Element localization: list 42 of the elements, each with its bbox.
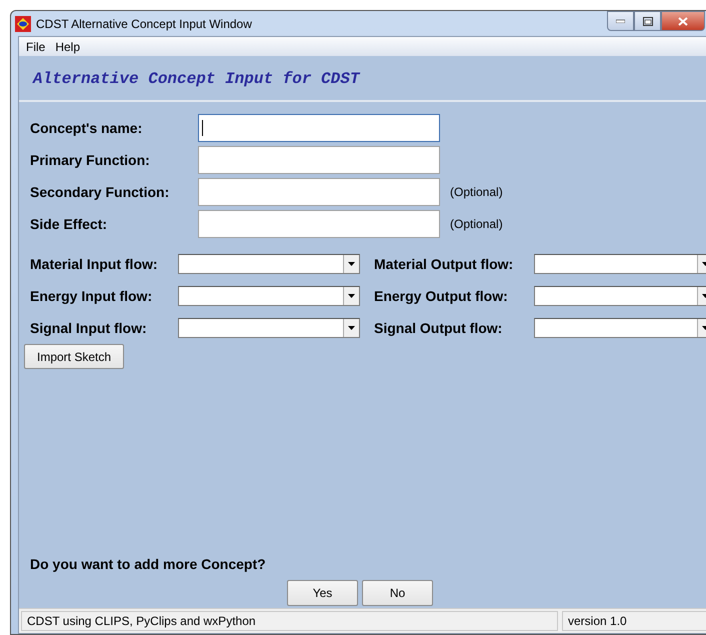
caret-icon	[348, 294, 355, 298]
answer-button[interactable]: Yes	[287, 580, 358, 606]
flow-label: Signal Input flow:	[30, 320, 148, 336]
dropdown[interactable]	[178, 318, 360, 338]
field-label: Side Effect:	[30, 216, 108, 232]
page-heading: Alternative Concept Input for CDST	[33, 70, 360, 88]
flow-label: Material Input flow:	[30, 256, 159, 272]
field-label: Primary Function:	[30, 152, 151, 168]
flow-label: Material Output flow:	[374, 256, 514, 272]
menu-item[interactable]: Help	[55, 40, 80, 54]
import-sketch-button[interactable]: Import Sketch	[24, 344, 124, 369]
dropdown[interactable]	[534, 318, 706, 338]
menu-item[interactable]: File	[26, 40, 46, 54]
window-title: CDST Alternative Concept Input Window	[36, 16, 252, 30]
field-label: Concept's name:	[30, 120, 144, 136]
flow-label: Energy Output flow:	[374, 288, 509, 304]
input-field[interactable]	[198, 210, 440, 238]
caret-icon	[348, 262, 355, 266]
input-field[interactable]	[198, 114, 440, 142]
optional-note: (Optional)	[450, 217, 503, 231]
minimize-icon	[616, 19, 625, 23]
maximize-button[interactable]	[634, 11, 661, 31]
flow-label: Energy Input flow:	[30, 288, 154, 304]
status-text: CDST using CLIPS, PyClips and wxPython	[21, 611, 558, 631]
answer-button[interactable]: No	[362, 580, 433, 606]
close-icon	[678, 16, 688, 26]
dropdown[interactable]	[178, 254, 360, 274]
dropdown[interactable]	[534, 254, 706, 274]
maximize-icon	[642, 16, 652, 26]
status-text: version 1.0	[562, 611, 706, 631]
field-label: Secondary Function:	[30, 184, 170, 200]
close-button[interactable]	[661, 11, 705, 31]
dropdown[interactable]	[178, 286, 360, 306]
minimize-button[interactable]	[607, 11, 634, 31]
input-field[interactable]	[198, 178, 440, 206]
dropdown[interactable]	[534, 286, 706, 306]
optional-note: (Optional)	[450, 185, 503, 199]
flow-label: Signal Output flow:	[374, 320, 504, 336]
input-field[interactable]	[198, 146, 440, 174]
question-text: Do you want to add more Concept?	[30, 556, 266, 572]
caret-icon	[348, 326, 355, 330]
app-icon	[15, 16, 31, 32]
